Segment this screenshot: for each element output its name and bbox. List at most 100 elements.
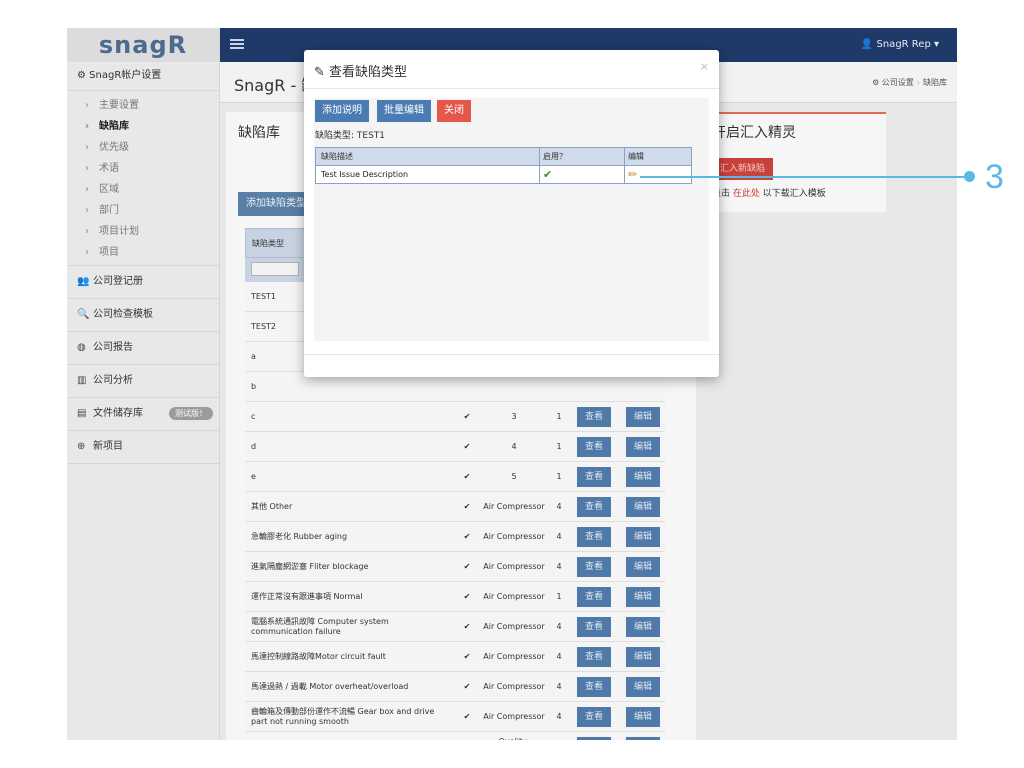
sidebar-subitem-terminology[interactable]: › 术语	[67, 158, 219, 179]
table-row: Test Issue Description ✔ ✏	[316, 166, 691, 183]
enabled-check-icon: ✔	[463, 591, 471, 601]
view-button[interactable]: 查看	[577, 526, 611, 547]
add-defect-type-button[interactable]: 添加缺陷类型	[238, 192, 314, 216]
column-divider	[624, 166, 625, 183]
edit-icon: ✎	[314, 65, 330, 80]
category-cell: Air Compressor	[483, 711, 545, 721]
sidebar-section-account-settings[interactable]: ⚙ SnagR帐户设置	[67, 62, 219, 91]
count-cell: 4	[556, 621, 562, 631]
view-button[interactable]: 查看	[577, 436, 611, 457]
view-button[interactable]: 查看	[577, 466, 611, 487]
beta-badge: 测试版！	[169, 407, 213, 420]
close-button[interactable]: 关闭	[437, 100, 471, 122]
view-button[interactable]: 查看	[577, 646, 611, 667]
edit-button[interactable]: 编辑	[626, 616, 660, 637]
sidebar-item-label: 公司检查模板	[93, 309, 153, 320]
edit-button[interactable]: 编辑	[626, 736, 660, 740]
sidebar-subitem-departments[interactable]: › 部门	[67, 200, 219, 221]
sidebar-subitem-label: 术语	[99, 163, 119, 174]
sidebar-subitem-priority[interactable]: › 优先级	[67, 137, 219, 158]
edit-button[interactable]: 编辑	[626, 676, 660, 697]
plus-circle-icon: ⊕	[77, 441, 86, 452]
download-template-link[interactable]: 在此处	[733, 189, 760, 199]
view-button[interactable]: 查看	[577, 406, 611, 427]
column-divider	[539, 148, 540, 165]
chevron-right-icon: ›	[85, 205, 89, 216]
sidebar-item-company-register[interactable]: 👥 公司登记册	[67, 266, 219, 299]
edit-button[interactable]: 编辑	[626, 706, 660, 727]
chevron-right-icon: ›	[85, 184, 89, 195]
sidebar-subitem-main-settings[interactable]: › 主要设置	[67, 95, 219, 116]
column-header-edit: 编辑	[628, 152, 644, 161]
edit-button[interactable]: 编辑	[626, 466, 660, 487]
count-cell: 4	[556, 711, 562, 721]
defect-type-name: e	[251, 471, 256, 481]
table-row: c ✔ 3 1 查看 编辑	[245, 402, 665, 432]
sidebar-item-file-repository[interactable]: ▤ 文件储存库 测试版！	[67, 398, 219, 431]
edit-button[interactable]: 编辑	[626, 526, 660, 547]
view-button[interactable]: 查看	[577, 496, 611, 517]
user-menu[interactable]: 👤 SnagR Rep ▾	[861, 28, 939, 62]
sidebar-subitem-defect-library[interactable]: › 缺陷库	[67, 116, 219, 137]
batch-edit-button[interactable]: 批量编辑	[377, 100, 431, 122]
modal-body: 添加说明 批量编辑 关闭 缺陷类型: TEST1 缺陷描述 启用？ 编辑 Tes…	[314, 98, 709, 341]
enabled-check-icon[interactable]: ✔	[543, 166, 623, 183]
column-header-defect-type[interactable]: 缺陷类型	[252, 238, 284, 249]
view-button[interactable]: 查看	[577, 706, 611, 727]
edit-button[interactable]: 编辑	[626, 556, 660, 577]
enabled-check-icon: ✔	[463, 711, 471, 721]
search-icon: 🔍	[77, 309, 90, 320]
defect-type-name: 馬達過熱 / 過載 Motor overheat/overload	[251, 681, 409, 691]
breadcrumb: ⚙ 公司设置 › 缺陷库	[872, 77, 947, 88]
folder-icon: ▤	[77, 408, 87, 419]
sidebar-subitem-areas[interactable]: › 区域	[67, 179, 219, 200]
count-cell: 10	[550, 732, 568, 740]
chevron-right-icon: ›	[85, 121, 90, 132]
sidebar-item-company-analytics[interactable]: ▥ 公司分析	[67, 365, 219, 398]
view-button[interactable]: 查看	[577, 556, 611, 577]
breadcrumb-item-defect-library: 缺陷库	[923, 78, 947, 87]
table-row: 進氣隔塵網淤塞 Fliter blockage ✔ Air Compressor 4 查…	[245, 552, 665, 582]
edit-button[interactable]: 编辑	[626, 496, 660, 517]
view-button[interactable]: 查看	[577, 676, 611, 697]
gear-icon: ⚙	[872, 78, 880, 87]
count-cell: 1	[556, 411, 562, 421]
sidebar-item-new-project[interactable]: ⊕ 新项目	[67, 431, 219, 464]
enabled-check-icon: ✔	[463, 441, 471, 451]
defect-type-name: 進氣隔塵網淤塞 Fliter blockage	[251, 561, 369, 571]
breadcrumb-item-company-settings[interactable]: 公司设置	[882, 78, 914, 87]
count-cell: 4	[556, 651, 562, 661]
edit-button[interactable]: 编辑	[626, 406, 660, 427]
download-template-note: 点击 在此处 以下载汇入模板	[712, 186, 826, 199]
sidebar-item-company-reports[interactable]: ◍ 公司报告	[67, 332, 219, 365]
sidebar-subitem-label: 项目计划	[99, 226, 139, 237]
sidebar-item-label: 公司登记册	[93, 276, 143, 287]
category-cell: 3	[511, 411, 517, 421]
view-button[interactable]: 查看	[577, 586, 611, 607]
edit-button[interactable]: 编辑	[626, 436, 660, 457]
view-button[interactable]: 查看	[577, 616, 611, 637]
bar-chart-icon: ▥	[77, 375, 87, 386]
column-header-enabled: 启用？	[543, 152, 567, 161]
view-button[interactable]: 查看	[577, 736, 611, 740]
count-cell: 4	[556, 681, 562, 691]
filter-input[interactable]	[251, 262, 299, 276]
edit-button[interactable]: 编辑	[626, 646, 660, 667]
sidebar-item-inspection-templates[interactable]: 🔍 公司检查模板	[67, 299, 219, 332]
sidebar-subitem-projects[interactable]: › 项目	[67, 242, 219, 263]
app-window: snagR ⚙ SnagR帐户设置 › 主要设置 › 缺陷库 › 优先级 › 术语 › 区…	[67, 28, 957, 740]
sidebar-subitem-project-plans[interactable]: › 项目计划	[67, 221, 219, 242]
sidebar-item-label: 文件储存库	[93, 408, 143, 419]
hamburger-menu-icon[interactable]	[230, 39, 244, 41]
table-header: 缺陷描述 启用？ 编辑	[316, 148, 691, 166]
category-cell: Air Compressor	[483, 531, 545, 541]
add-note-button[interactable]: 添加说明	[315, 100, 369, 122]
defect-type-name: 急輪膠老化 Rubber aging	[251, 531, 348, 541]
count-cell: 1	[556, 471, 562, 481]
column-divider	[539, 166, 540, 183]
pencil-edit-icon[interactable]: ✏	[628, 166, 688, 183]
category-cell: Air Compressor	[483, 681, 545, 691]
category-cell: Air Compressor	[483, 561, 545, 571]
edit-button[interactable]: 编辑	[626, 586, 660, 607]
close-icon[interactable]: ×	[700, 60, 709, 73]
